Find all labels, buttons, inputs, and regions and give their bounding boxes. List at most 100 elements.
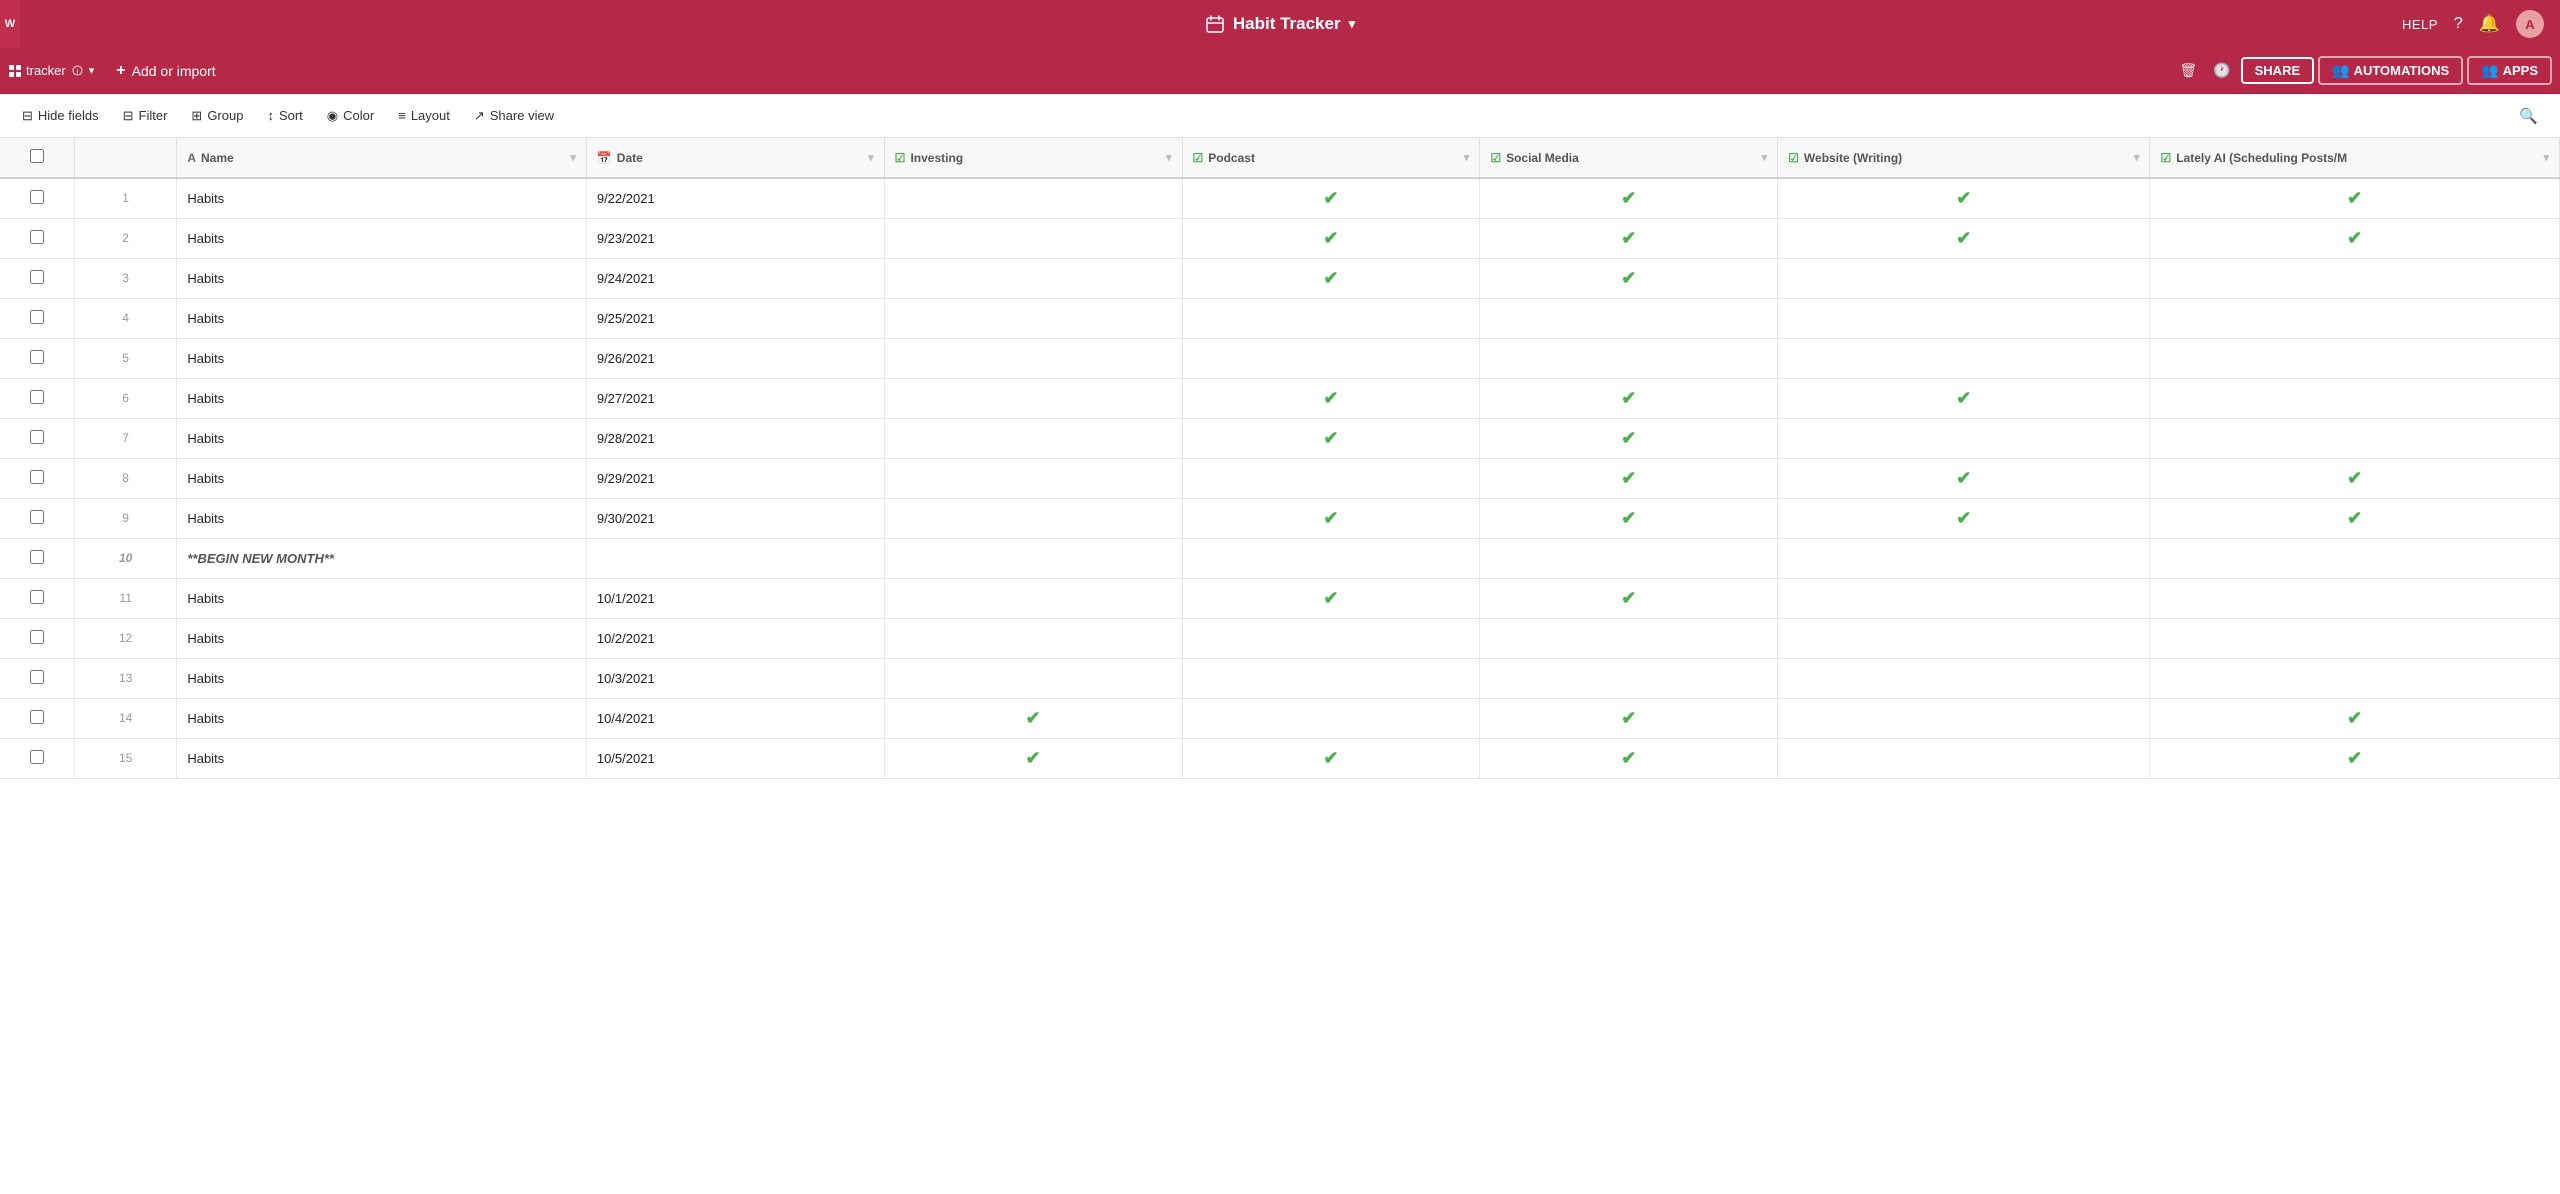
row-website[interactable]: ✔: [1778, 498, 2150, 538]
row-checkbox-cell[interactable]: [0, 578, 74, 618]
delete-icon[interactable]: 🗑: [2173, 58, 2203, 83]
row-checkbox[interactable]: [30, 670, 44, 684]
share-button[interactable]: SHARE: [2241, 57, 2315, 84]
row-name[interactable]: Habits: [177, 458, 587, 498]
row-name[interactable]: Habits: [177, 338, 587, 378]
row-social-media[interactable]: [1480, 618, 1778, 658]
row-date[interactable]: 9/24/2021: [586, 258, 884, 298]
row-investing[interactable]: [884, 578, 1182, 618]
row-social-media[interactable]: [1480, 298, 1778, 338]
row-checkbox[interactable]: [30, 430, 44, 444]
row-investing[interactable]: [884, 338, 1182, 378]
row-checkbox[interactable]: [30, 630, 44, 644]
row-checkbox[interactable]: [30, 310, 44, 324]
row-checkbox[interactable]: [30, 590, 44, 604]
row-website[interactable]: ✔: [1778, 378, 2150, 418]
col-header-name[interactable]: A Name ▾: [177, 138, 587, 178]
row-social-media[interactable]: ✔: [1480, 498, 1778, 538]
row-podcast[interactable]: [1182, 538, 1480, 578]
title-dropdown-icon[interactable]: ▾: [1349, 16, 1356, 32]
row-podcast[interactable]: [1182, 698, 1480, 738]
row-lately-ai[interactable]: [2150, 618, 2560, 658]
row-checkbox-cell[interactable]: [0, 538, 74, 578]
row-date[interactable]: 9/27/2021: [586, 378, 884, 418]
row-date[interactable]: 10/3/2021: [586, 658, 884, 698]
row-social-media[interactable]: [1480, 658, 1778, 698]
row-date[interactable]: 10/5/2021: [586, 738, 884, 778]
col-date-sort-icon[interactable]: ▾: [868, 151, 874, 164]
hide-fields-button[interactable]: ⊟ Hide fields: [12, 103, 109, 129]
row-social-media[interactable]: [1480, 338, 1778, 378]
row-website[interactable]: [1778, 418, 2150, 458]
row-social-media[interactable]: ✔: [1480, 378, 1778, 418]
search-button[interactable]: 🔍: [2509, 102, 2548, 130]
row-name[interactable]: Habits: [177, 738, 587, 778]
row-lately-ai[interactable]: [2150, 378, 2560, 418]
row-website[interactable]: [1778, 698, 2150, 738]
row-podcast[interactable]: ✔: [1182, 218, 1480, 258]
row-website[interactable]: [1778, 258, 2150, 298]
row-checkbox-cell[interactable]: [0, 618, 74, 658]
row-checkbox-cell[interactable]: [0, 258, 74, 298]
row-date[interactable]: 9/26/2021: [586, 338, 884, 378]
row-podcast[interactable]: [1182, 658, 1480, 698]
col-header-social-media[interactable]: ☑ Social Media ▾: [1480, 138, 1778, 178]
row-checkbox[interactable]: [30, 350, 44, 364]
col-social-sort-icon[interactable]: ▾: [1762, 151, 1768, 164]
row-checkbox[interactable]: [30, 390, 44, 404]
col-lately-sort-icon[interactable]: ▾: [2543, 151, 2549, 164]
row-website[interactable]: [1778, 298, 2150, 338]
group-button[interactable]: ⊞ Group: [181, 103, 253, 129]
row-checkbox[interactable]: [30, 710, 44, 724]
row-investing[interactable]: [884, 538, 1182, 578]
row-date[interactable]: [586, 538, 884, 578]
row-checkbox-cell[interactable]: [0, 218, 74, 258]
row-checkbox-cell[interactable]: [0, 698, 74, 738]
row-date[interactable]: 10/1/2021: [586, 578, 884, 618]
row-investing[interactable]: [884, 618, 1182, 658]
row-checkbox-cell[interactable]: [0, 418, 74, 458]
history-icon[interactable]: 🕐: [2207, 58, 2236, 83]
row-podcast[interactable]: ✔: [1182, 418, 1480, 458]
row-date[interactable]: 9/25/2021: [586, 298, 884, 338]
row-podcast[interactable]: [1182, 618, 1480, 658]
row-investing[interactable]: [884, 458, 1182, 498]
row-investing[interactable]: [884, 658, 1182, 698]
row-website[interactable]: ✔: [1778, 178, 2150, 218]
row-podcast[interactable]: ✔: [1182, 738, 1480, 778]
row-checkbox-cell[interactable]: [0, 178, 74, 218]
row-investing[interactable]: [884, 498, 1182, 538]
sort-button[interactable]: ↕ Sort: [257, 103, 312, 128]
row-podcast[interactable]: ✔: [1182, 258, 1480, 298]
row-lately-ai[interactable]: [2150, 538, 2560, 578]
row-podcast[interactable]: [1182, 458, 1480, 498]
row-social-media[interactable]: ✔: [1480, 578, 1778, 618]
row-website[interactable]: [1778, 618, 2150, 658]
row-name[interactable]: Habits: [177, 378, 587, 418]
row-checkbox-cell[interactable]: [0, 378, 74, 418]
row-social-media[interactable]: ✔: [1480, 258, 1778, 298]
row-name[interactable]: Habits: [177, 418, 587, 458]
row-name[interactable]: Habits: [177, 178, 587, 218]
view-label[interactable]: tracker i ▾: [0, 48, 102, 93]
col-name-sort-icon[interactable]: ▾: [570, 151, 576, 164]
row-checkbox-cell[interactable]: [0, 658, 74, 698]
row-social-media[interactable]: ✔: [1480, 458, 1778, 498]
row-lately-ai[interactable]: [2150, 658, 2560, 698]
select-all-checkbox[interactable]: [30, 149, 44, 163]
col-header-date[interactable]: 📅 Date ▾: [586, 138, 884, 178]
avatar[interactable]: A: [2516, 10, 2544, 38]
row-checkbox[interactable]: [30, 470, 44, 484]
row-checkbox-cell[interactable]: [0, 298, 74, 338]
automations-button[interactable]: 👥 AUTOMATIONS: [2318, 56, 2463, 85]
row-podcast[interactable]: ✔: [1182, 378, 1480, 418]
row-name[interactable]: Habits: [177, 578, 587, 618]
row-investing[interactable]: [884, 378, 1182, 418]
row-date[interactable]: 10/2/2021: [586, 618, 884, 658]
row-name[interactable]: Habits: [177, 258, 587, 298]
row-website[interactable]: ✔: [1778, 458, 2150, 498]
row-investing[interactable]: [884, 418, 1182, 458]
row-social-media[interactable]: ✔: [1480, 698, 1778, 738]
notification-bell-icon[interactable]: 🔔: [2479, 14, 2500, 34]
row-website[interactable]: [1778, 738, 2150, 778]
